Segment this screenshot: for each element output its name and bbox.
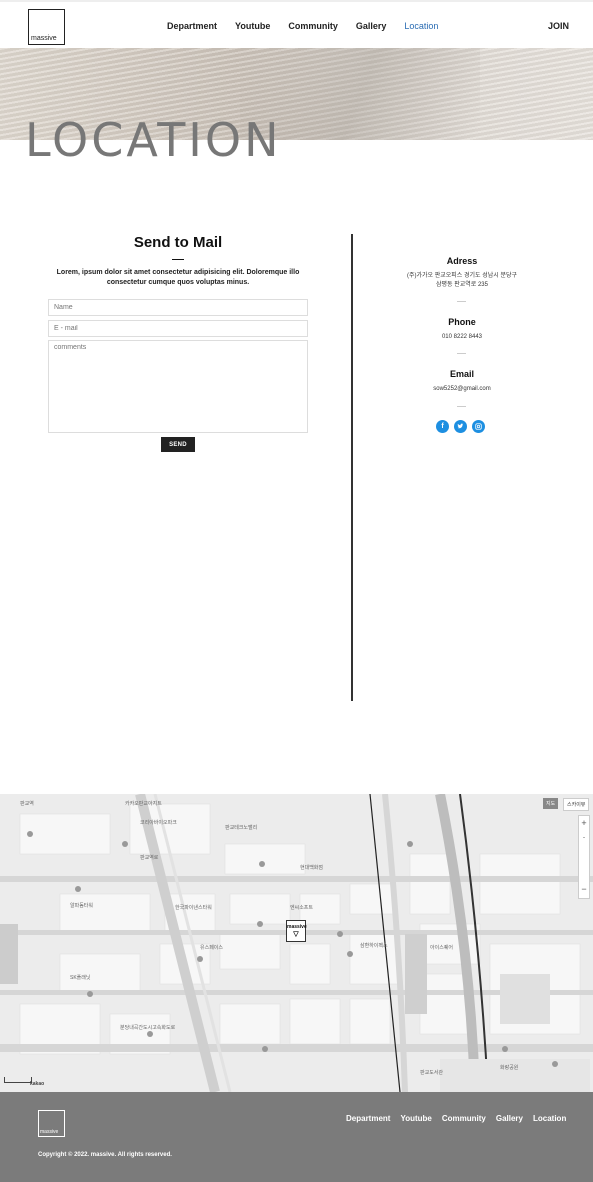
map-label: SK플래닛 [70,975,91,981]
map-label: 분당내곡간도시고속화도로 [120,1025,176,1031]
mail-description: Lorem, ipsum dolor sit amet consectetur … [56,269,300,286]
nav-gallery[interactable]: Gallery [356,21,387,31]
map-label: 판교도서관 [420,1070,444,1076]
twitter-icon[interactable] [454,420,467,433]
map-label: 코리아바이오파크 [140,820,177,826]
logo-text: massive [31,35,57,42]
footer-nav-gallery[interactable]: Gallery [496,1114,523,1123]
email-title: Email [449,369,474,379]
email-block: Email sow5252@gmail.com [400,369,524,394]
nav-department[interactable]: Department [167,21,217,31]
footer-nav-youtube[interactable]: Youtube [400,1114,431,1123]
mail-title-divider [172,259,184,260]
location-marker[interactable]: massive ▽ [286,920,307,942]
join-link[interactable]: JOIN [548,21,569,31]
map-roads [0,794,593,1092]
location-page: massive Department Youtube Community Gal… [0,0,593,1182]
map-label: 현대백화점 [300,865,324,871]
contact-divider [457,353,466,354]
name-input[interactable] [48,299,308,316]
contact-divider [457,301,466,302]
comments-textarea[interactable] [48,340,308,433]
location-map[interactable]: 판교역 카카오판교아지트 판교테크노밸리 유스페이스 삼환하이펙스 현대백화점 … [0,794,593,1092]
map-label: 판교역 [20,801,34,807]
map-label: 아이스퀘어 [430,945,454,951]
copyright-text: Copyright © 2022. massive. All rights re… [38,1152,172,1158]
phone-block: Phone 010 8222 8443 [400,317,524,342]
contact-divider [457,406,466,407]
zoom-in-icon[interactable]: + [579,816,589,830]
map-type-normal-button[interactable]: 지도 [543,798,559,809]
site-header: massive Department Youtube Community Gal… [0,0,593,48]
email-input[interactable] [48,320,308,337]
site-footer [0,1092,593,1182]
footer-nav-location[interactable]: Location [533,1114,566,1123]
mail-title: Send to Mail [133,234,223,251]
map-label: 화랑공원 [500,1065,519,1071]
phone-title: Phone [448,317,476,327]
marker-label: massive [287,924,307,930]
zoom-out-icon[interactable]: − [579,882,589,896]
map-label: 삼환하이펙스 [360,943,388,949]
send-button[interactable]: SEND [161,437,195,452]
facebook-icon[interactable]: f [436,420,449,433]
map-label: 판교테크노밸리 [225,825,258,831]
nav-youtube[interactable]: Youtube [235,21,270,31]
address-line-2: 삼평동 판교역로 235 [436,282,488,288]
address-block: Adress (주)가가오 판교오피스 경기도 성남시 분당구 삼평동 판교역로… [400,256,524,290]
marker-pointer-icon: ▽ [293,931,299,938]
map-type-satellite-button[interactable]: 스카이뷰 [563,798,590,811]
address-line-1: (주)가가오 판교오피스 경기도 성남시 분당구 [406,273,518,279]
main-nav: Department Youtube Community Gallery Loc… [167,21,456,31]
map-label: 알파돔타워 [70,903,94,909]
map-zoom-control[interactable]: + · − [578,815,590,899]
map-label: 유스페이스 [200,945,224,951]
kakao-map-logo: kakao [30,1081,45,1087]
section-divider [351,234,353,701]
footer-nav: Department Youtube Community Gallery Loc… [346,1114,576,1123]
zoom-slider[interactable]: · [579,830,589,882]
site-logo[interactable]: massive [28,9,65,45]
address-title: Adress [446,256,478,266]
footer-nav-community[interactable]: Community [442,1114,486,1123]
map-label: 판교역로 [140,855,159,861]
instagram-icon[interactable] [472,420,485,433]
social-links: f [436,420,485,433]
footer-logo[interactable]: massive [38,1110,65,1137]
page-title: LOCATION [25,113,282,167]
map-label: 한국파이낸스타워 [175,905,212,911]
footer-logo-text: massive [40,1129,59,1135]
nav-community[interactable]: Community [288,21,338,31]
phone-number: 010 8222 8443 [441,334,483,340]
nav-location[interactable]: Location [404,21,438,31]
map-scale-bar [4,1077,32,1083]
map-label: 엔씨소프트 [290,905,314,911]
map-label: 카카오판교아지트 [125,801,162,807]
email-address: sow5252@gmail.com [433,386,491,392]
footer-nav-department[interactable]: Department [346,1114,390,1123]
